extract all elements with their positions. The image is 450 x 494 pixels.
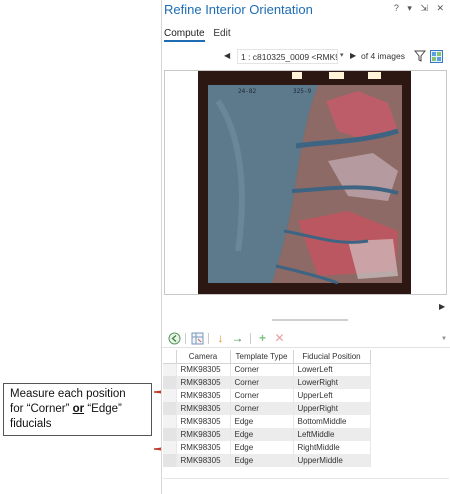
row-selector-header: [163, 350, 177, 364]
toolbar-separator: [250, 333, 251, 344]
cell-camera[interactable]: RMK98305: [176, 415, 231, 428]
fiducial-table: Camera Template Type Fiducial Position R…: [163, 350, 371, 467]
cell-camera[interactable]: RMK98305: [176, 428, 231, 441]
cell-template-type[interactable]: Corner: [230, 402, 294, 415]
table-row[interactable]: RMK98305 Edge LeftMiddle: [163, 428, 371, 441]
pane-window-controls[interactable]: ? ▾ ⇲ ✕: [394, 3, 447, 14]
row-selector[interactable]: [163, 363, 177, 376]
callout-line-2: for “Corner” or “Edge”: [10, 402, 145, 417]
cell-camera[interactable]: RMK98305: [176, 363, 231, 376]
callout-emphasis: or: [72, 403, 85, 415]
refine-interior-orientation-pane: Refine Interior Orientation ? ▾ ⇲ ✕ Comp…: [161, 0, 450, 494]
table-header-row: Camera Template Type Fiducial Position: [163, 350, 371, 364]
back-icon[interactable]: [168, 332, 181, 345]
row-selector[interactable]: [163, 402, 177, 415]
table-footer: [163, 478, 449, 486]
row-selector[interactable]: [163, 441, 177, 454]
cell-fiducial-position[interactable]: LeftMiddle: [293, 428, 371, 441]
cell-template-type[interactable]: Corner: [230, 376, 294, 389]
tab-strip: Compute Edit: [164, 28, 237, 42]
cell-fiducial-position[interactable]: LowerRight: [293, 376, 371, 389]
photo-label-left: 24-82: [238, 88, 256, 95]
tab-edit[interactable]: Edit: [213, 28, 230, 39]
arrow-right-icon[interactable]: →: [231, 332, 244, 345]
tab-compute[interactable]: Compute: [164, 28, 205, 42]
cell-camera[interactable]: RMK98305: [176, 376, 231, 389]
table-row[interactable]: RMK98305 Corner UpperRight: [163, 402, 371, 415]
table-row[interactable]: RMK98305 Corner UpperLeft: [163, 389, 371, 402]
image-select[interactable]: 1 : c810325_0009 <RMK983: [237, 49, 338, 64]
image-viewer[interactable]: 24-82 325-9: [164, 70, 447, 295]
cell-template-type[interactable]: Edge: [230, 454, 294, 467]
image-count: of 4 images: [361, 51, 405, 61]
chevron-down-icon[interactable]: ▼: [441, 336, 447, 342]
annotation-callout: Measure each position for “Corner” or “E…: [3, 383, 152, 436]
row-selector[interactable]: [163, 415, 177, 428]
pane-title: Refine Interior Orientation: [164, 2, 313, 17]
table-row[interactable]: RMK98305 Edge UpperMiddle: [163, 454, 371, 467]
cell-fiducial-position[interactable]: BottomMiddle: [293, 415, 371, 428]
callout-line-1: Measure each position: [10, 388, 126, 400]
table-row[interactable]: RMK98305 Corner LowerRight: [163, 376, 371, 389]
column-header-camera[interactable]: Camera: [176, 350, 231, 364]
cell-fiducial-position[interactable]: UpperLeft: [293, 389, 371, 402]
filter-icon[interactable]: [414, 50, 426, 62]
cell-template-type[interactable]: Edge: [230, 428, 294, 441]
chevron-down-icon[interactable]: ▾: [340, 51, 344, 59]
table-view-icon[interactable]: [191, 332, 204, 345]
cell-camera[interactable]: RMK98305: [176, 441, 231, 454]
cell-template-type[interactable]: Edge: [230, 441, 294, 454]
toolbar-separator: [208, 333, 209, 344]
pane-titlebar: Refine Interior Orientation ? ▾ ⇲ ✕: [162, 0, 450, 20]
cell-template-type[interactable]: Corner: [230, 389, 294, 402]
table-row[interactable]: RMK98305 Edge RightMiddle: [163, 441, 371, 454]
toolbar-separator: [185, 333, 186, 344]
column-header-template-type[interactable]: Template Type: [230, 350, 294, 364]
callout-text: “Edge”: [84, 403, 122, 415]
table-row[interactable]: RMK98305 Corner LowerLeft: [163, 363, 371, 376]
callout-line-3: fiducials: [10, 418, 52, 430]
cell-template-type[interactable]: Corner: [230, 363, 294, 376]
delete-icon[interactable]: ✕: [273, 332, 286, 345]
fiducial-toolbar: ↓ → + ✕ ▼: [162, 330, 450, 348]
panel-splitter[interactable]: [272, 319, 348, 321]
cell-camera[interactable]: RMK98305: [176, 402, 231, 415]
cell-fiducial-position[interactable]: LowerLeft: [293, 363, 371, 376]
image-navigator: ◀ 1 : c810325_0009 <RMK983 ▾ ▶ of 4 imag…: [162, 49, 450, 65]
cell-fiducial-position[interactable]: RightMiddle: [293, 441, 371, 454]
image-grid-icon[interactable]: [430, 50, 443, 63]
callout-text: for “Corner”: [10, 403, 73, 415]
column-header-fiducial-position[interactable]: Fiducial Position: [293, 350, 371, 364]
previous-image-icon[interactable]: ◀: [224, 51, 230, 60]
add-icon[interactable]: +: [256, 332, 269, 345]
cell-camera[interactable]: RMK98305: [176, 454, 231, 467]
photo-label-center: 325-9: [293, 88, 311, 95]
cell-fiducial-position[interactable]: UpperMiddle: [293, 454, 371, 467]
cell-fiducial-position[interactable]: UpperRight: [293, 402, 371, 415]
arrow-down-icon[interactable]: ↓: [214, 332, 227, 345]
cell-camera[interactable]: RMK98305: [176, 389, 231, 402]
expand-panel-icon[interactable]: ▶: [439, 302, 445, 311]
row-selector[interactable]: [163, 389, 177, 402]
aerial-photograph[interactable]: 24-82 325-9: [198, 71, 411, 295]
row-selector[interactable]: [163, 454, 177, 467]
row-selector[interactable]: [163, 376, 177, 389]
cell-template-type[interactable]: Edge: [230, 415, 294, 428]
table-row[interactable]: RMK98305 Edge BottomMiddle: [163, 415, 371, 428]
next-image-icon[interactable]: ▶: [350, 51, 356, 60]
row-selector[interactable]: [163, 428, 177, 441]
